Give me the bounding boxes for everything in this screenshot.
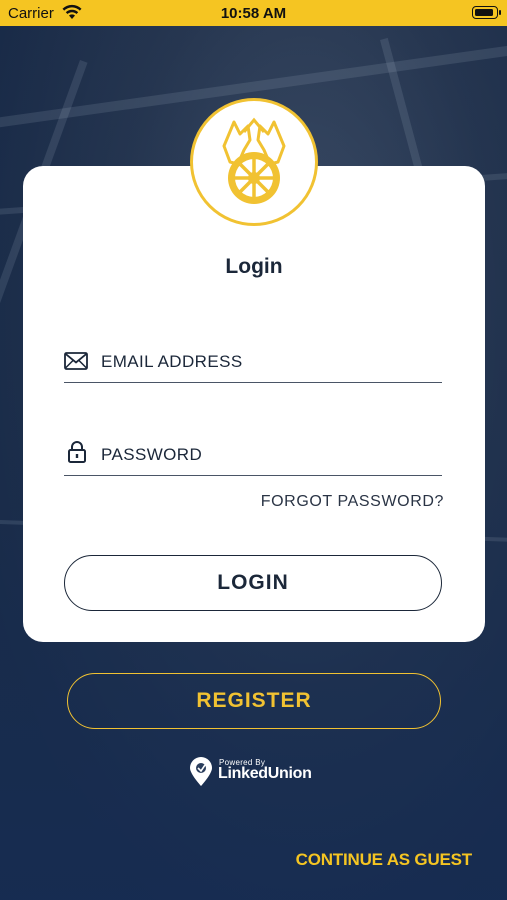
password-field[interactable]: PASSWORD — [64, 435, 442, 476]
envelope-icon — [64, 352, 88, 375]
clock-label: 10:58 AM — [220, 5, 287, 22]
horse-wheel-logo-icon — [222, 117, 286, 204]
login-title: Login — [225, 255, 283, 278]
location-pin-icon — [188, 757, 214, 792]
powered-by-brand: LinkedUnion — [218, 765, 312, 782]
register-button[interactable]: REGISTER — [67, 673, 441, 729]
continue-as-guest-link[interactable]: CONTINUE AS GUEST — [296, 850, 473, 870]
battery-icon — [472, 6, 501, 19]
lock-icon — [68, 441, 86, 468]
powered-by-badge: Powered By LinkedUnion — [188, 756, 328, 788]
login-card: Login EMAIL ADDRESS PASSWORD FORGOT PASS… — [23, 166, 485, 642]
forgot-password-link[interactable]: FORGOT PASSWORD? — [261, 493, 444, 511]
password-placeholder: PASSWORD — [101, 445, 203, 464]
status-bar: Carrier 10:58 AM — [0, 0, 507, 26]
email-field[interactable]: EMAIL ADDRESS — [64, 342, 442, 383]
email-placeholder: EMAIL ADDRESS — [101, 352, 243, 371]
login-button[interactable]: LOGIN — [64, 555, 442, 611]
union-logo — [190, 98, 318, 226]
